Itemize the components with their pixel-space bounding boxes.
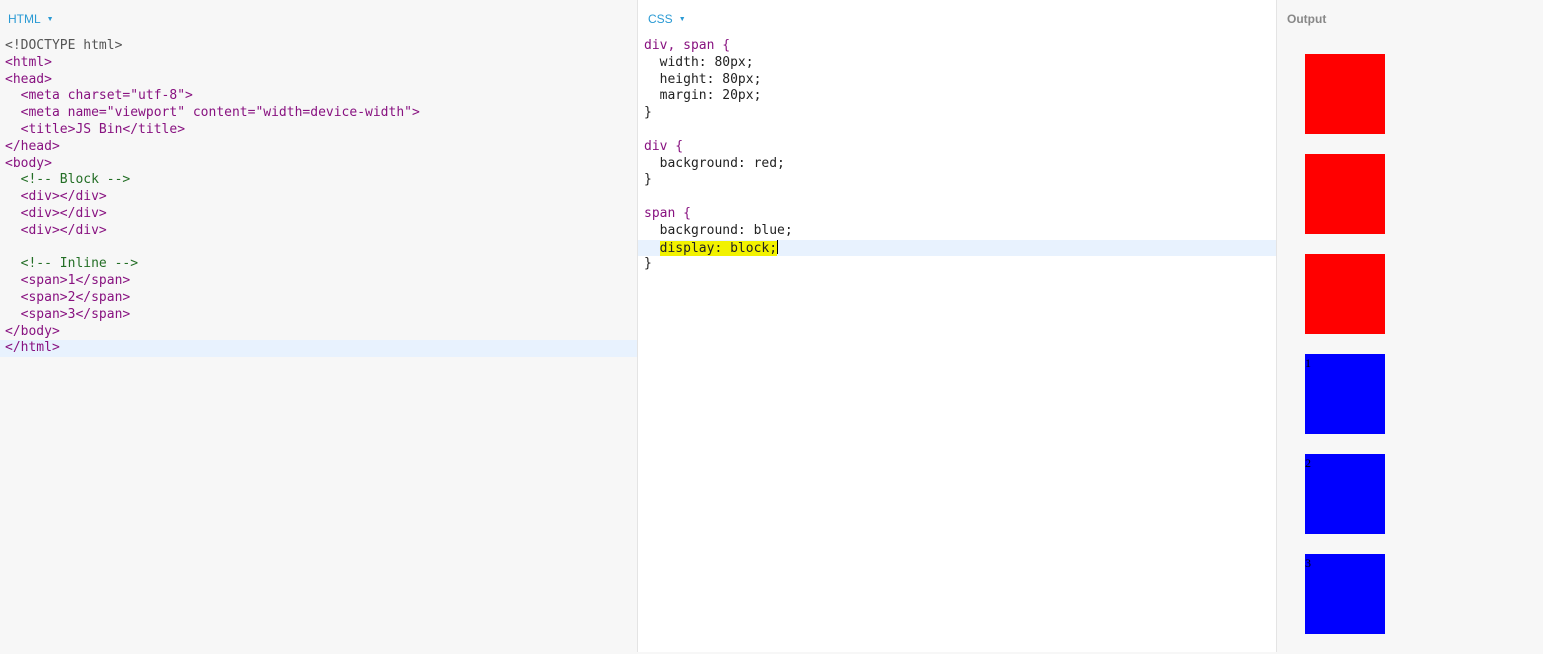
code-text: } (644, 105, 652, 121)
css-panel: CSS ▼ div, span { width: 80px; height: 80… (637, 0, 1277, 652)
code-line: <body> (0, 156, 637, 173)
code-text: <div></div> (20, 222, 107, 238)
code-line: <title>JS Bin</title> (0, 122, 637, 139)
code-line: background: red; (638, 156, 1276, 173)
code-text: div { (644, 138, 684, 154)
code-text: <body> (5, 155, 52, 171)
span-box-text: 2 (1305, 456, 1311, 470)
code-line: </head> (0, 139, 637, 156)
code-text: span { (644, 205, 691, 221)
highlighted-code-text: display: block; (659, 240, 778, 256)
code-line: <!-- Inline --> (0, 256, 637, 273)
code-line: } (638, 172, 1276, 189)
html-panel-menu[interactable]: HTML ▼ (8, 12, 54, 26)
code-text: </html> (5, 340, 60, 356)
code-text: background: red; (659, 155, 785, 171)
code-text: <html> (5, 54, 52, 70)
code-line: <meta charset="utf-8"> (0, 88, 637, 105)
code-text: div, span { (644, 38, 731, 53)
code-text: </head> (5, 138, 60, 154)
code-line: <head> (0, 72, 637, 89)
code-text: width: 80px; (659, 54, 754, 70)
jsbin-app: HTML ▼ <!DOCTYPE html> <html> <head> <met… (0, 0, 1543, 652)
code-line: span { (638, 206, 1276, 223)
code-text: <div></div> (20, 189, 107, 205)
output-preview: 1 2 3 (1305, 34, 1385, 654)
code-text: height: 80px; (659, 71, 762, 87)
code-text: </body> (5, 323, 60, 339)
code-text: <meta charset="utf-8"> (20, 88, 193, 104)
code-text: background: blue; (659, 222, 793, 238)
code-line: <meta name="viewport" content="width=dev… (0, 105, 637, 122)
code-line: <div></div> (0, 206, 637, 223)
span-box-text: 3 (1305, 556, 1311, 570)
code-line: width: 80px; (638, 55, 1276, 72)
code-text: <!-- Inline --> (20, 256, 139, 272)
code-text: <!-- Block --> (20, 172, 131, 188)
code-line: <html> (0, 55, 637, 72)
output-span-box: 1 (1305, 354, 1385, 434)
code-text: <div></div> (20, 205, 107, 221)
code-line: <div></div> (0, 189, 637, 206)
output-div-box (1305, 54, 1385, 134)
code-line: background: blue; (638, 223, 1276, 240)
code-text: <span>3</span> (20, 306, 131, 322)
css-panel-menu[interactable]: CSS ▼ (648, 12, 686, 26)
output-panel: Output 1 2 3 (1277, 0, 1543, 652)
output-span-box: 2 (1305, 454, 1385, 534)
chevron-down-icon: ▼ (46, 16, 54, 23)
code-line: } (638, 256, 1276, 273)
code-line: <!DOCTYPE html> (0, 38, 637, 55)
output-div-box (1305, 254, 1385, 334)
code-text: } (644, 256, 652, 272)
code-line: <span>2</span> (0, 290, 637, 307)
output-div-box (1305, 154, 1385, 234)
code-text: <meta name="viewport" content="width=dev… (20, 105, 420, 121)
code-text: <!DOCTYPE html> (5, 38, 123, 53)
code-line-active: </html> (0, 340, 637, 358)
span-box-text: 1 (1305, 356, 1311, 370)
output-panel-label: Output (1287, 12, 1327, 26)
code-text: <span>1</span> (20, 273, 131, 289)
code-line: div, span { (638, 38, 1276, 55)
css-editor[interactable]: div, span { width: 80px; height: 80px; m… (638, 38, 1276, 273)
code-line: <span>1</span> (0, 273, 637, 290)
html-panel-label: HTML (8, 12, 41, 26)
css-panel-label: CSS (648, 12, 673, 26)
code-line-active: display: block; (638, 239, 1276, 257)
code-line: height: 80px; (638, 72, 1276, 89)
chevron-down-icon: ▼ (678, 16, 686, 23)
code-line: } (638, 105, 1276, 122)
code-text: <title>JS Bin</title> (20, 121, 186, 137)
code-text: margin: 20px; (659, 88, 762, 104)
code-line: <span>3</span> (0, 307, 637, 324)
code-line: <!-- Block --> (0, 172, 637, 189)
code-text: <span>2</span> (20, 289, 131, 305)
html-editor[interactable]: <!DOCTYPE html> <html> <head> <meta char… (0, 38, 637, 358)
code-line: </body> (0, 324, 637, 341)
code-line: margin: 20px; (638, 88, 1276, 105)
code-text: } (644, 172, 652, 188)
code-line: <div></div> (0, 223, 637, 240)
output-span-box: 3 (1305, 554, 1385, 634)
code-line: div { (638, 139, 1276, 156)
text-cursor (777, 239, 779, 254)
html-panel: HTML ▼ <!DOCTYPE html> <html> <head> <met… (0, 0, 637, 652)
code-text: <head> (5, 71, 52, 87)
